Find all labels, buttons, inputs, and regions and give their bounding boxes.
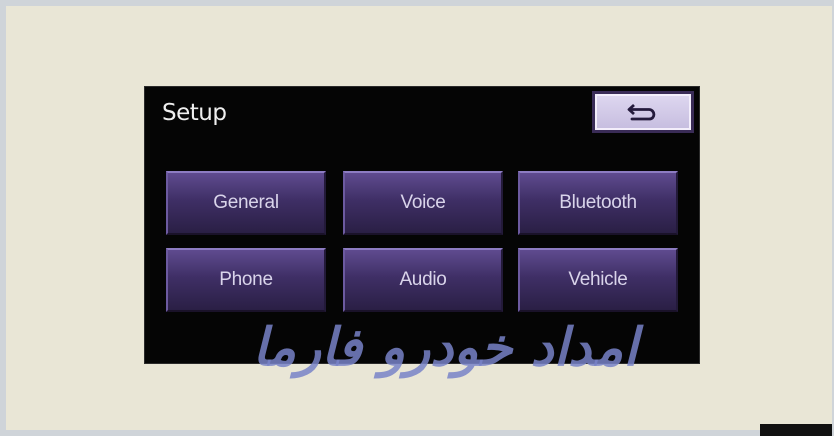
watermark: امداد خودرو فارما — [252, 318, 638, 378]
corner-mark — [760, 424, 832, 436]
back-arrow-icon — [625, 100, 661, 124]
page-title: Setup — [162, 100, 227, 126]
phone-button[interactable]: Phone — [166, 248, 326, 312]
audio-button[interactable]: Audio — [343, 248, 503, 312]
vehicle-button-label: Vehicle — [568, 269, 628, 290]
voice-button-label: Voice — [400, 192, 446, 213]
back-button[interactable] — [595, 94, 691, 130]
phone-button-label: Phone — [219, 269, 273, 290]
general-button-label: General — [213, 192, 279, 213]
vehicle-button[interactable]: Vehicle — [518, 248, 678, 312]
general-button[interactable]: General — [166, 171, 326, 235]
bluetooth-button[interactable]: Bluetooth — [518, 171, 678, 235]
audio-button-label: Audio — [399, 269, 447, 290]
bluetooth-button-label: Bluetooth — [559, 192, 637, 213]
voice-button[interactable]: Voice — [343, 171, 503, 235]
